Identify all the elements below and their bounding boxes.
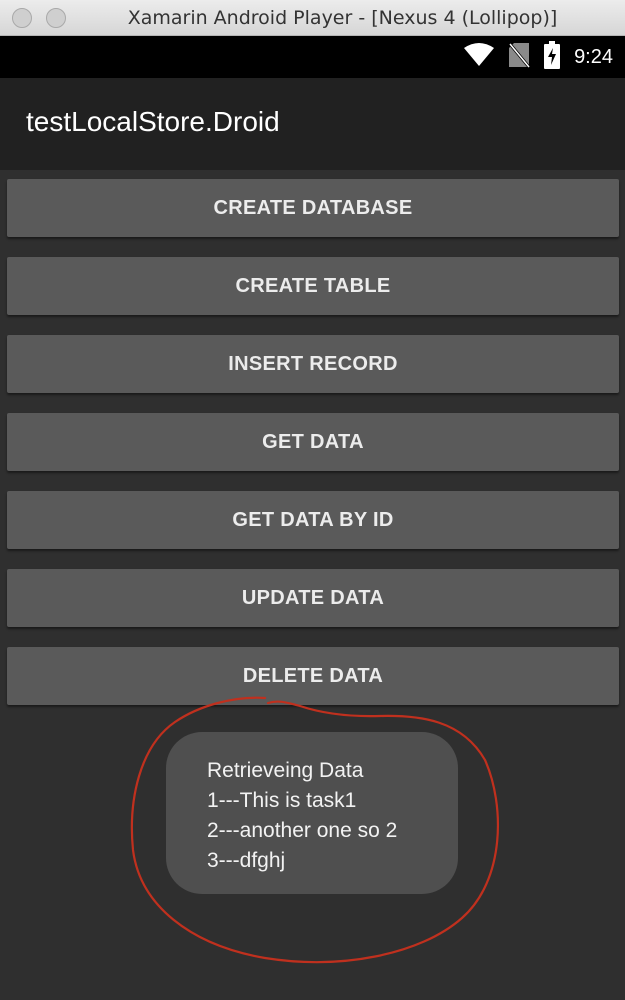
toast-line: 3---dfghj bbox=[207, 849, 286, 872]
toast-line: 2---another one so 2 bbox=[207, 819, 398, 842]
create-database-button[interactable]: CREATE DATABASE bbox=[7, 179, 619, 237]
window-close-button[interactable] bbox=[12, 8, 32, 28]
wifi-icon bbox=[464, 42, 495, 72]
no-sim-icon bbox=[508, 42, 531, 73]
app-title: testLocalStore.Droid bbox=[26, 106, 280, 137]
toast-line: Retrieveing Data bbox=[207, 759, 364, 782]
get-data-by-id-button[interactable]: GET DATA BY ID bbox=[7, 491, 619, 549]
update-data-button[interactable]: UPDATE DATA bbox=[7, 569, 619, 627]
insert-record-button[interactable]: INSERT RECORD bbox=[7, 335, 619, 393]
window-title: Xamarin Android Player - [Nexus 4 (Lolli… bbox=[127, 7, 558, 29]
status-time: 9:24 bbox=[574, 45, 613, 68]
app-bar: testLocalStore.Droid bbox=[0, 78, 625, 170]
window-titlebar: Xamarin Android Player - [Nexus 4 (Lolli… bbox=[0, 0, 625, 36]
battery-charging-icon bbox=[544, 40, 561, 74]
toast-line: 1---This is task1 bbox=[207, 789, 357, 812]
delete-data-button[interactable]: DELETE DATA bbox=[7, 647, 619, 705]
toast-message: Retrieveing Data 1---This is task1 2---a… bbox=[166, 732, 458, 894]
get-data-button[interactable]: GET DATA bbox=[7, 413, 619, 471]
create-table-button[interactable]: CREATE TABLE bbox=[7, 257, 619, 315]
status-bar: 9:24 bbox=[0, 36, 625, 78]
